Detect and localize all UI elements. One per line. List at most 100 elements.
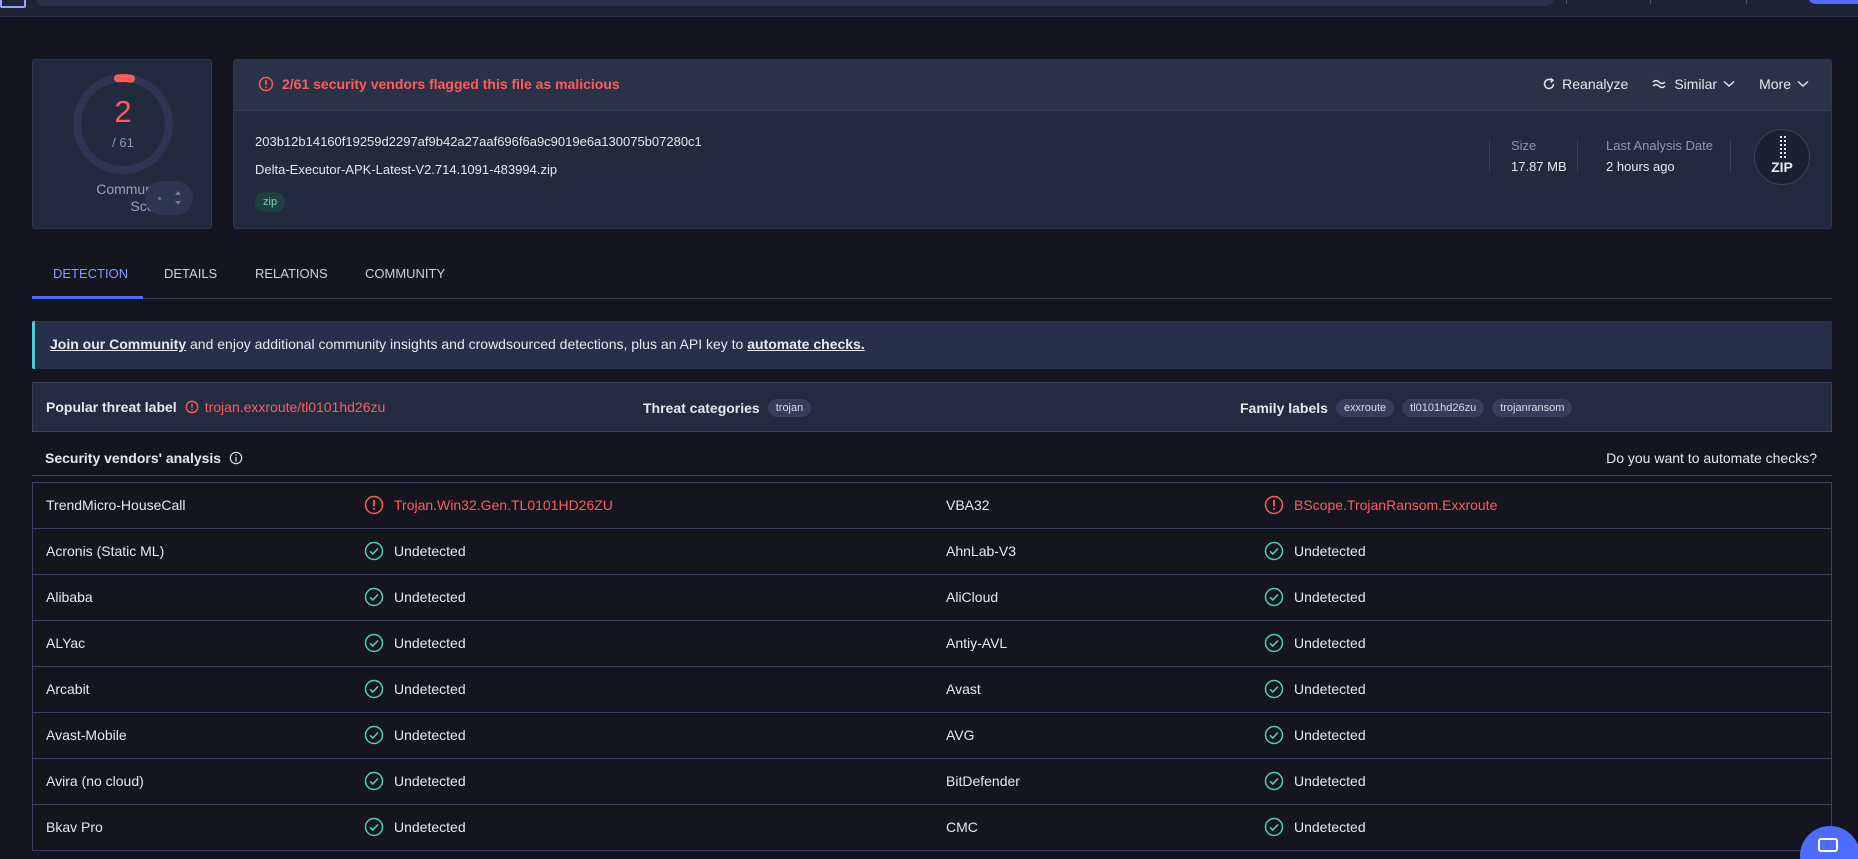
alert-circle-icon [364,495,384,515]
info-icon[interactable] [229,451,243,465]
reanalyze-button[interactable]: Reanalyze [1542,76,1628,92]
vendor-name: VBA32 [946,497,990,513]
check-circle-icon [364,587,384,607]
automate-checks-link[interactable]: automate checks. [747,336,865,352]
meta-divider [1489,140,1490,172]
vendor-result: Undetected [1264,587,1366,607]
tab-details[interactable]: DETAILS [164,266,217,281]
nav-divider [1650,0,1651,4]
size-value: 17.87 MB [1511,159,1567,174]
file-type-tag[interactable]: zip [255,192,286,212]
chat-icon [1818,838,1838,852]
popular-threat-label: Popular threat label [46,399,177,415]
threat-categories-label: Threat categories [643,400,760,416]
vendor-result: Undetected [364,633,466,653]
check-circle-icon [1264,817,1284,837]
similar-dropdown[interactable]: Similar [1652,76,1735,92]
file-hash[interactable]: 203b12b14160f19259d2297af9b42a27aaf696f6… [255,134,702,149]
downvote-icon[interactable] [175,201,181,205]
logo[interactable] [0,0,26,8]
vendor-row: Avira (no cloud) Undetected BitDefender Und… [33,759,1831,805]
tab-community[interactable]: COMMUNITY [365,266,445,281]
vendor-name: Alibaba [46,589,93,605]
alert-circle-icon [258,76,274,92]
vendor-name: AliCloud [946,589,999,605]
size-label: Size [1511,138,1537,153]
vendors-title: Security vendors' analysis [45,450,243,466]
vendor-name: Avast-Mobile [46,727,127,743]
check-circle-icon [1264,771,1284,791]
top-navigation-bar [0,0,1858,17]
vendor-name: Bkav Pro [46,819,103,835]
detection-score-card: 2 / 61 Community Score [32,59,212,229]
sign-up-button[interactable] [1808,0,1858,4]
vendor-result: BScope.TrojanRansom.Exxroute [1264,495,1497,515]
popular-threat-group: Popular threat label trojan.exxroute/tl0… [46,399,385,415]
check-circle-icon [1264,725,1284,745]
vendor-result: Undetected [364,817,466,837]
tab-relations[interactable]: RELATIONS [255,266,328,281]
tab-detection[interactable]: DETECTION [53,266,128,281]
vendor-result: Undetected [1264,679,1366,699]
check-circle-icon [1264,633,1284,653]
refresh-icon [1543,77,1555,90]
vendor-result: Undetected [364,679,466,699]
automate-checks-link[interactable]: Do you want to automate checks? [1606,450,1817,466]
file-summary-card: 2/61 security vendors flagged this file … [233,59,1832,229]
summary-actions: Reanalyze Similar More [1542,76,1809,92]
alert-circle-icon [1264,495,1284,515]
vendor-name: Arcabit [46,681,90,697]
vendor-name: Avira (no cloud) [46,773,144,789]
detection-count: 2 [114,94,132,129]
zipper-icon [1780,136,1786,158]
threat-labels-row: Popular threat label trojan.exxroute/tl0… [32,382,1832,432]
vendor-result: Undetected [364,771,466,791]
vendor-name: BitDefender [946,773,1020,789]
check-circle-icon [1264,587,1284,607]
vendor-result: Undetected [364,541,466,561]
check-circle-icon [364,771,384,791]
check-circle-icon [1264,679,1284,699]
zip-file-icon: ZIP [1754,129,1810,185]
popular-threat-value[interactable]: trojan.exxroute/tl0101hd26zu [185,399,385,415]
vendor-result: Undetected [1264,541,1366,561]
join-community-link[interactable]: Join our Community [50,336,186,352]
check-circle-icon [364,725,384,745]
community-vote-control[interactable] [145,181,193,215]
vendor-row: ALYac Undetected Antiy-AVL Undetected [33,621,1831,667]
vendor-result: Undetected [1264,725,1366,745]
community-banner: Join our Community and enjoy additional … [32,321,1832,369]
alert-circle-icon [185,400,199,414]
search-input[interactable] [36,0,1554,6]
vendor-result: Undetected [1264,817,1366,837]
vendor-row: Avast-Mobile Undetected AVG Undetected [33,713,1831,759]
vendor-name: Acronis (Static ML) [46,543,165,559]
vendor-name: AhnLab-V3 [946,543,1017,559]
nav-divider [1566,0,1567,4]
meta-divider [1730,140,1731,172]
family-chip[interactable]: trojanransom [1492,399,1573,417]
vendor-name: Antiy-AVL [946,635,1008,651]
family-labels-label: Family labels [1240,400,1328,416]
threat-categories-group: Threat categories trojan [643,399,812,417]
family-chip[interactable]: exxroute [1335,399,1395,417]
vendor-result: Undetected [364,587,466,607]
vendor-result: Undetected [1264,633,1366,653]
vendor-name: Avast [946,681,981,697]
active-tab-indicator [32,296,143,299]
vendor-result: Undetected [1264,771,1366,791]
family-chip[interactable]: tl0101hd26zu [1402,399,1485,417]
vendor-row: TrendMicro-HouseCall Trojan.Win32.Gen.TL0… [33,483,1831,529]
vendor-row: Bkav Pro Undetected CMC Undetected [33,805,1831,851]
vendor-name: ALYac [46,635,86,651]
vendor-name: TrendMicro-HouseCall [46,497,186,513]
vote-dot-icon [158,197,161,200]
vendor-name: CMC [946,819,978,835]
more-dropdown[interactable]: More [1759,76,1809,92]
upvote-icon[interactable] [175,191,181,195]
category-chip[interactable]: trojan [767,399,812,417]
check-circle-icon [364,633,384,653]
vendor-row: Arcabit Undetected Avast Undetected [33,667,1831,713]
check-circle-icon [364,541,384,561]
check-circle-icon [364,817,384,837]
